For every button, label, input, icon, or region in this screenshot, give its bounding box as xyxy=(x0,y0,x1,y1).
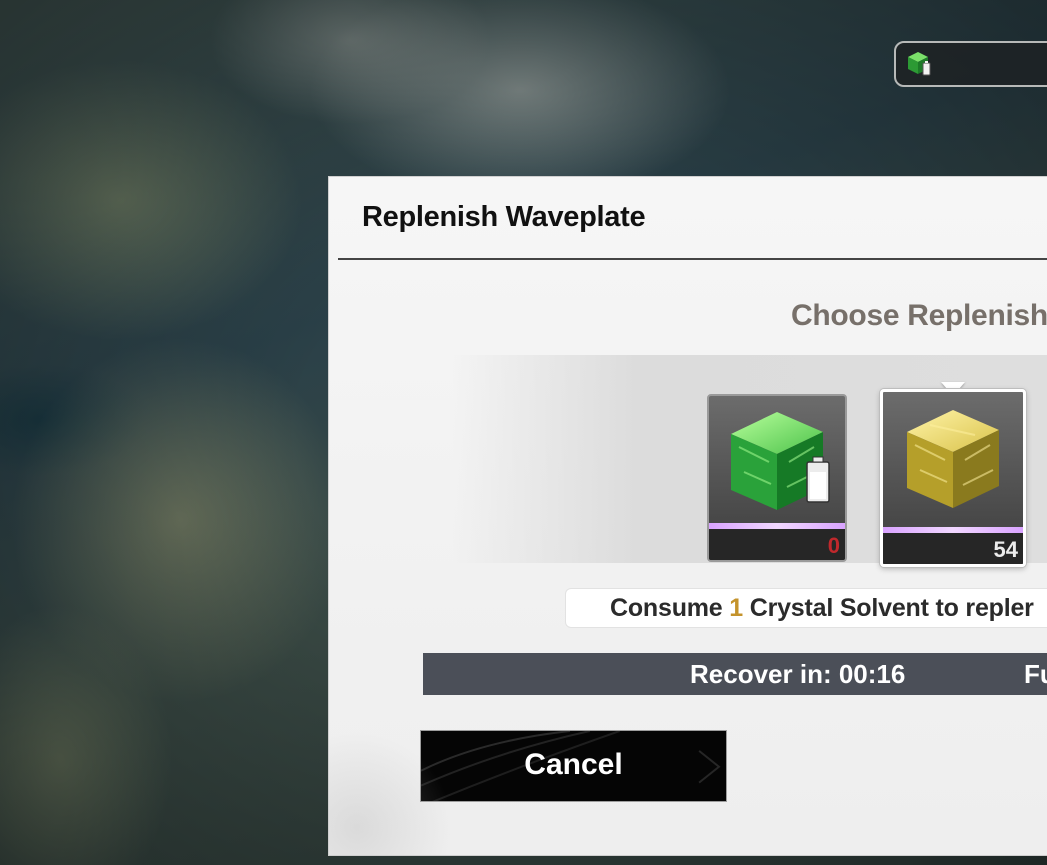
consume-prefix: Consume xyxy=(610,594,730,622)
recover-status-bar: Recover in: 00:16 Fu xyxy=(423,653,1047,695)
count-bar: 54 xyxy=(883,533,1023,564)
count-bar: 0 xyxy=(709,529,845,560)
consume-text: Consume 1 Crystal Solvent to repler xyxy=(610,594,1034,623)
crystal-solvent-item-card[interactable]: 54 xyxy=(880,389,1026,567)
green-cube-battery-icon xyxy=(731,412,830,510)
replenish-waveplate-dialog: Replenish Waveplate Choose Replenishr 0 xyxy=(328,176,1047,856)
waveplate-item-card[interactable]: 0 xyxy=(707,394,847,562)
yellow-crystal-cube-icon xyxy=(907,410,999,508)
full-recovery-label: Fu xyxy=(1024,659,1047,689)
corner-texture xyxy=(329,715,469,855)
recover-timer: Recover in: 00:16 xyxy=(690,659,906,689)
waveplate-battery-icon xyxy=(908,52,931,76)
title-divider xyxy=(338,258,1047,260)
waveplate-currency-bar[interactable] xyxy=(894,41,1047,87)
item-count: 54 xyxy=(993,537,1018,562)
choose-method-heading: Choose Replenishr xyxy=(791,299,1047,332)
consume-suffix: Crystal Solvent to repler xyxy=(742,594,1034,622)
consume-quantity: 1 xyxy=(729,594,743,622)
consume-info-pill: Consume 1 Crystal Solvent to repler xyxy=(565,588,1047,628)
item-count: 0 xyxy=(827,533,840,558)
dialog-title: Replenish Waveplate xyxy=(362,201,646,233)
